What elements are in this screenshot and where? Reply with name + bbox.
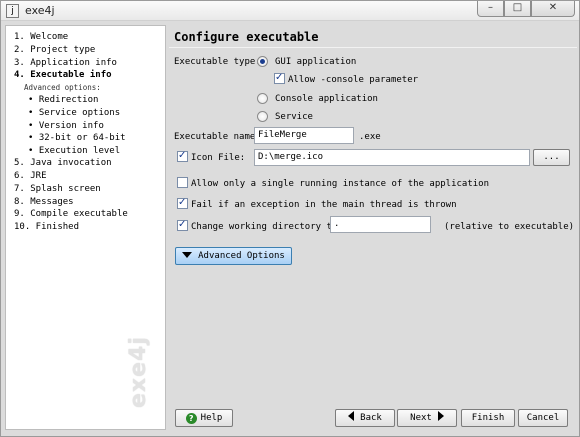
main-panel: Configure executable Executable type: GU… xyxy=(169,25,577,430)
help-label: Help xyxy=(200,413,223,423)
exe4j-watermark-logo: exe4j xyxy=(126,336,151,408)
executable-type-label: Executable type: xyxy=(174,57,261,67)
step-version-info[interactable]: • Version info xyxy=(28,121,104,131)
next-label: Next xyxy=(410,413,432,423)
close-button[interactable]: ✕ xyxy=(531,1,575,17)
allow-console-label: Allow -console parameter xyxy=(288,75,419,85)
icon-file-label: Icon File: xyxy=(191,153,246,163)
step-execution-level[interactable]: • Execution level xyxy=(28,146,120,156)
step-service-options[interactable]: • Service options xyxy=(28,108,120,118)
cancel-button[interactable]: Cancel xyxy=(518,409,568,427)
arrow-left-icon xyxy=(348,411,355,421)
change-working-dir-checkbox[interactable] xyxy=(177,219,188,231)
step-application-info[interactable]: 3. Application info xyxy=(14,58,117,68)
back-button[interactable]: Back xyxy=(335,409,395,427)
maximize-button[interactable]: □ xyxy=(504,1,531,17)
gui-application-radio[interactable] xyxy=(257,56,268,67)
step-java-invocation[interactable]: 5. Java invocation xyxy=(14,158,112,168)
fail-on-exception-label: Fail if an exception in the main thread … xyxy=(191,200,457,210)
console-application-radio[interactable] xyxy=(257,93,268,104)
arrow-right-icon xyxy=(437,411,444,421)
advanced-options-button[interactable]: Advanced Options xyxy=(175,247,292,265)
step-project-type[interactable]: 2. Project type xyxy=(14,45,95,55)
minimize-button[interactable]: – xyxy=(477,1,504,17)
heading-divider xyxy=(169,47,577,48)
working-dir-hint: (relative to executable) xyxy=(444,222,575,232)
back-label: Back xyxy=(360,413,382,423)
next-button[interactable]: Next xyxy=(397,409,457,427)
advanced-options-label: Advanced Options xyxy=(198,251,285,261)
step-jre[interactable]: 6. JRE xyxy=(14,171,47,181)
step-compile-executable[interactable]: 9. Compile executable xyxy=(14,209,128,219)
working-dir-input[interactable]: . xyxy=(330,216,431,233)
step-messages[interactable]: 8. Messages xyxy=(14,197,74,207)
service-label: Service xyxy=(275,112,313,122)
wizard-step-list: 1. Welcome 2. Project type 3. Applicatio… xyxy=(5,25,166,430)
fail-on-exception-checkbox[interactable] xyxy=(177,197,188,209)
window-controls: – □ ✕ xyxy=(477,1,575,17)
help-icon: ? xyxy=(185,413,197,424)
step-redirection[interactable]: • Redirection xyxy=(28,95,98,105)
help-button[interactable]: ? Help xyxy=(175,409,233,427)
app-icon: j xyxy=(6,4,19,18)
browse-icon-button[interactable]: ... xyxy=(533,149,570,166)
page-title: Configure executable xyxy=(174,30,319,44)
icon-file-checkbox[interactable] xyxy=(177,150,188,162)
exe4j-window: j exe4j – □ ✕ 1. Welcome 2. Project type… xyxy=(0,0,580,437)
step-welcome[interactable]: 1. Welcome xyxy=(14,32,68,42)
finish-button[interactable]: Finish xyxy=(461,409,515,427)
executable-name-label: Executable name: xyxy=(174,132,261,142)
chevron-down-icon xyxy=(182,252,193,258)
step-32-or-64-bit[interactable]: • 32-bit or 64-bit xyxy=(28,133,126,143)
step-finished[interactable]: 10. Finished xyxy=(14,222,79,232)
console-application-label: Console application xyxy=(275,94,378,104)
window-title: exe4j xyxy=(25,4,55,17)
service-radio[interactable] xyxy=(257,111,268,122)
step-executable-info[interactable]: 4. Executable info xyxy=(14,70,112,80)
title-bar: j exe4j – □ ✕ xyxy=(1,1,579,21)
exe-extension-label: .exe xyxy=(359,132,381,142)
allow-console-checkbox[interactable] xyxy=(274,72,285,84)
step-splash-screen[interactable]: 7. Splash screen xyxy=(14,184,101,194)
gui-application-label: GUI application xyxy=(275,57,357,67)
single-instance-label: Allow only a single running instance of … xyxy=(191,179,490,189)
icon-file-input[interactable]: D:\merge.ico xyxy=(254,149,530,166)
single-instance-checkbox[interactable] xyxy=(177,177,188,188)
change-working-dir-label: Change working directory to: xyxy=(191,222,343,232)
executable-name-input[interactable]: FileMerge xyxy=(254,127,354,144)
advanced-options-caption: Advanced options: xyxy=(24,83,101,92)
